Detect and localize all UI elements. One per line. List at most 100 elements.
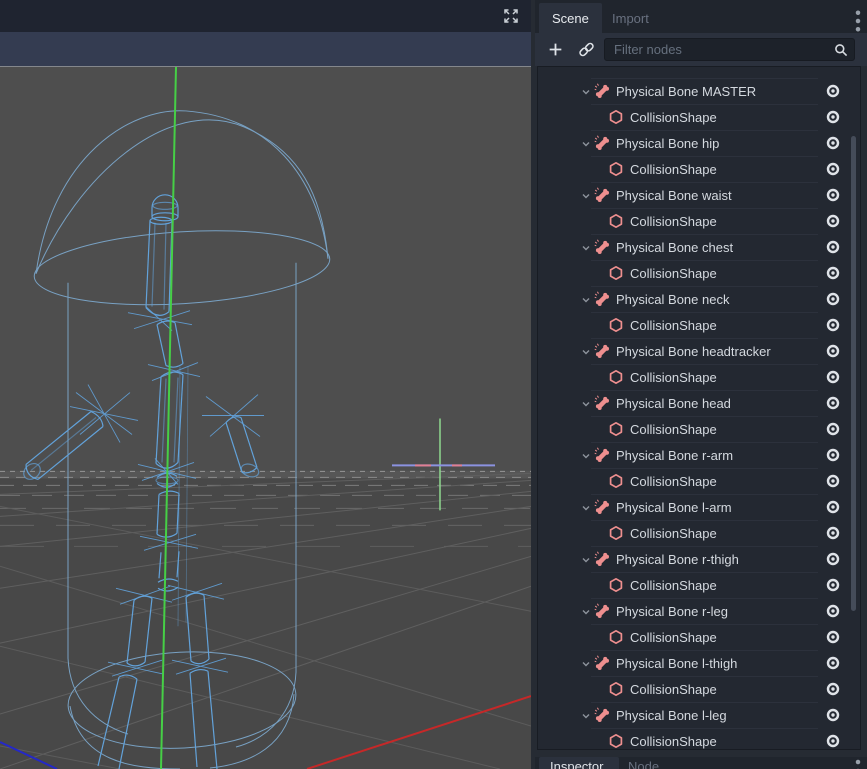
eye-icon[interactable]	[825, 551, 841, 567]
tree-row[interactable]: Physical Bone MASTER	[538, 78, 860, 104]
chevron-down-icon[interactable]	[580, 553, 592, 565]
eye-icon[interactable]	[825, 499, 841, 515]
collision-shape-icon	[608, 109, 624, 125]
tree-row[interactable]: CollisionShape	[538, 260, 860, 286]
chevron-down-icon[interactable]	[580, 189, 592, 201]
chevron-down-icon[interactable]	[580, 85, 592, 97]
filter-nodes-input[interactable]	[605, 39, 854, 60]
scene-tree: robot Physical Bo	[537, 66, 861, 750]
eye-icon[interactable]	[825, 655, 841, 671]
chevron-down-icon[interactable]	[580, 137, 592, 149]
physical-bone-icon	[594, 343, 610, 359]
tree-row-label: CollisionShape	[630, 370, 717, 385]
eye-icon[interactable]	[825, 629, 841, 645]
tree-row[interactable]: CollisionShape	[538, 104, 860, 130]
tree-row[interactable]: CollisionShape	[538, 520, 860, 546]
tree-row-label: Physical Bone headtracker	[616, 344, 771, 359]
tree-row[interactable]: CollisionShape	[538, 364, 860, 390]
tab-scene-label: Scene	[552, 11, 589, 26]
chevron-down-icon[interactable]	[580, 709, 592, 721]
tree-row[interactable]: CollisionShape	[538, 624, 860, 650]
tab-inspector[interactable]: Inspector	[539, 757, 619, 769]
tree-row[interactable]: Physical Bone r-thigh	[538, 546, 860, 572]
tree-row[interactable]: CollisionShape	[538, 468, 860, 494]
eye-icon[interactable]	[825, 109, 841, 125]
tree-row[interactable]: CollisionShape	[538, 728, 860, 750]
eye-icon[interactable]	[825, 343, 841, 359]
eye-icon[interactable]	[825, 577, 841, 593]
eye-icon[interactable]	[825, 447, 841, 463]
tree-row-clipped[interactable]: robot	[538, 67, 860, 78]
eye-icon[interactable]	[825, 421, 841, 437]
chevron-down-icon[interactable]	[580, 605, 592, 617]
vertical-dots-icon[interactable]	[855, 9, 861, 25]
collision-shape-icon	[608, 629, 624, 645]
eye-icon[interactable]	[825, 135, 841, 151]
physical-bone-icon	[594, 239, 610, 255]
eye-icon[interactable]	[825, 239, 841, 255]
eye-icon[interactable]	[825, 525, 841, 541]
eye-icon[interactable]	[825, 681, 841, 697]
chevron-down-icon[interactable]	[580, 449, 592, 461]
eye-icon[interactable]	[825, 395, 841, 411]
wireframe-ragdoll-render	[0, 67, 531, 769]
collision-shape-icon	[608, 577, 624, 593]
eye-icon[interactable]	[825, 187, 841, 203]
eye-icon[interactable]	[825, 369, 841, 385]
expand-arrows-icon[interactable]	[503, 8, 519, 24]
vertical-dots-icon[interactable]	[855, 759, 861, 769]
eye-icon[interactable]	[825, 265, 841, 281]
tab-import[interactable]: Import	[599, 3, 662, 33]
chevron-down-icon[interactable]	[580, 241, 592, 253]
tree-scrollbar-thumb[interactable]	[851, 136, 856, 611]
tree-row[interactable]: CollisionShape	[538, 572, 860, 598]
tree-row-label: Physical Bone hip	[616, 136, 719, 151]
tree-row[interactable]: Physical Bone chest	[538, 234, 860, 260]
eye-icon[interactable]	[825, 603, 841, 619]
tree-row[interactable]: Physical Bone waist	[538, 182, 860, 208]
tab-scene[interactable]: Scene	[539, 3, 602, 33]
tree-row[interactable]: Physical Bone r-leg	[538, 598, 860, 624]
chevron-down-icon[interactable]	[580, 397, 592, 409]
3d-scene-canvas[interactable]	[0, 66, 531, 769]
eye-icon[interactable]	[825, 83, 841, 99]
chevron-down-icon[interactable]	[580, 501, 592, 513]
tree-row[interactable]: Physical Bone l-thigh	[538, 650, 860, 676]
scene-dock: Scene Import	[535, 0, 867, 769]
tree-row[interactable]: Physical Bone hip	[538, 130, 860, 156]
tree-row[interactable]: CollisionShape	[538, 208, 860, 234]
tree-row[interactable]: Physical Bone l-leg	[538, 702, 860, 728]
physical-bone-icon	[594, 551, 610, 567]
collision-shape-icon	[608, 213, 624, 229]
eye-icon[interactable]	[825, 213, 841, 229]
eye-icon[interactable]	[825, 707, 841, 723]
tree-row[interactable]: CollisionShape	[538, 416, 860, 442]
tree-row[interactable]: Physical Bone head	[538, 390, 860, 416]
tree-row[interactable]: Physical Bone headtracker	[538, 338, 860, 364]
tree-row[interactable]: CollisionShape	[538, 312, 860, 338]
eye-icon[interactable]	[825, 317, 841, 333]
eye-icon[interactable]	[825, 473, 841, 489]
tree-row[interactable]: Physical Bone l-arm	[538, 494, 860, 520]
add-node-button[interactable]	[547, 41, 564, 58]
eye-icon[interactable]	[825, 291, 841, 307]
instance-scene-button[interactable]	[578, 41, 595, 58]
chevron-down-icon[interactable]	[580, 293, 592, 305]
collision-shape-icon	[608, 421, 624, 437]
tree-row[interactable]: Physical Bone r-arm	[538, 442, 860, 468]
chevron-down-icon[interactable]	[580, 657, 592, 669]
tree-row[interactable]: CollisionShape	[538, 156, 860, 182]
tree-row[interactable]: Physical Bone neck	[538, 286, 860, 312]
chevron-down-icon[interactable]	[580, 345, 592, 357]
tree-row-label: CollisionShape	[630, 630, 717, 645]
eye-icon[interactable]	[825, 161, 841, 177]
eye-icon[interactable]	[825, 733, 841, 749]
physical-bone-icon	[594, 83, 610, 99]
tree-row[interactable]: CollisionShape	[538, 676, 860, 702]
collision-shape-icon	[608, 265, 624, 281]
tab-node[interactable]: Node	[628, 759, 659, 769]
tree-row-label: Physical Bone r-thigh	[616, 552, 739, 567]
tree-row-label: CollisionShape	[630, 266, 717, 281]
physical-bone-icon	[594, 707, 610, 723]
tree-row-label: CollisionShape	[630, 578, 717, 593]
